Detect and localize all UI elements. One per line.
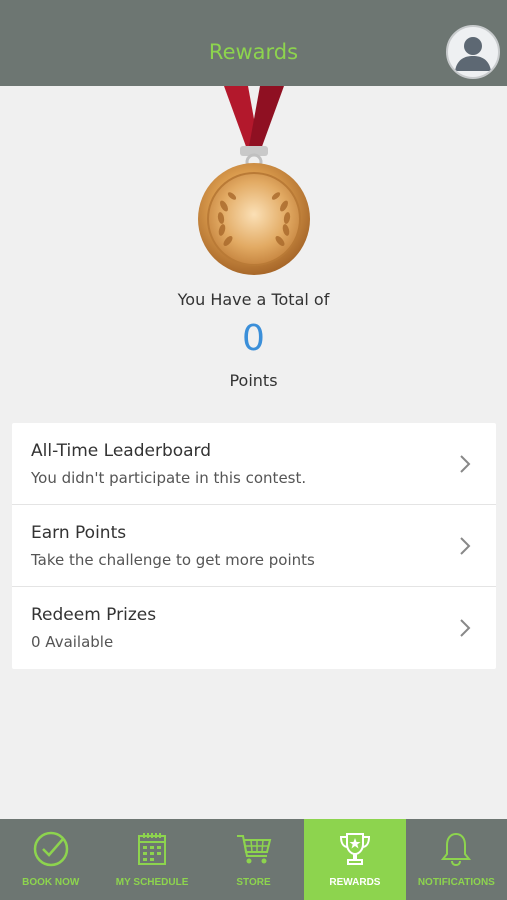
chevron-right-icon — [460, 455, 471, 473]
earn-points-subtitle: Take the challenge to get more points — [31, 551, 315, 569]
tab-label: REWARDS — [329, 877, 381, 888]
points-value: 0 — [242, 318, 265, 359]
tab-label: NOTIFICATIONS — [417, 877, 495, 888]
medal-icon — [194, 86, 314, 278]
trophy-icon — [339, 833, 370, 865]
redeem-prizes-subtitle: 0 Available — [31, 633, 114, 651]
leaderboard-title: All-Time Leaderboard — [31, 441, 212, 461]
calendar-icon — [138, 833, 167, 865]
tab-notifications[interactable]: NOTIFICATIONS — [406, 819, 507, 900]
check-circle-icon — [33, 831, 68, 867]
bottom-tab-bar: BOOK NOW MY SCHEDULE STORE REWARDS NOTIF… — [0, 819, 507, 900]
tab-my-schedule[interactable]: MY SCHEDULE — [101, 819, 202, 900]
tab-label: STORE — [236, 877, 271, 888]
chevron-right-icon — [460, 537, 471, 555]
tab-book-now[interactable]: BOOK NOW — [0, 819, 101, 900]
redeem-prizes-title: Redeem Prizes — [31, 605, 157, 625]
tab-store[interactable]: STORE — [203, 819, 304, 900]
tab-label: MY SCHEDULE — [115, 877, 189, 888]
leaderboard-subtitle: You didn't participate in this contest. — [31, 469, 307, 487]
page-title: Rewards — [208, 40, 299, 64]
tab-rewards[interactable]: REWARDS — [304, 819, 406, 900]
points-total-label: You Have a Total of — [177, 290, 330, 309]
app-header: Rewards — [0, 0, 507, 86]
earn-points-row[interactable]: Earn Points Take the challenge to get mo… — [12, 505, 496, 587]
chevron-right-icon — [460, 619, 471, 637]
rewards-menu: All-Time Leaderboard You didn't particip… — [12, 423, 496, 669]
redeem-prizes-row[interactable]: Redeem Prizes 0 Available — [12, 587, 496, 669]
points-unit-label: Points — [229, 371, 278, 390]
earn-points-title: Earn Points — [31, 523, 127, 543]
cart-icon — [236, 835, 271, 864]
bell-icon — [441, 832, 472, 867]
leaderboard-row[interactable]: All-Time Leaderboard You didn't particip… — [12, 423, 496, 505]
tab-label: BOOK NOW — [22, 877, 80, 888]
user-avatar-icon[interactable] — [446, 25, 500, 79]
